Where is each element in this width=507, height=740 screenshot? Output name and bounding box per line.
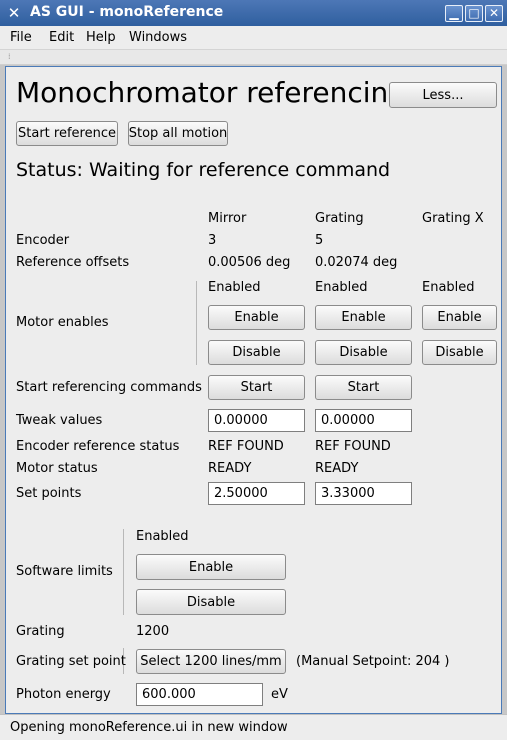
- reference-offset-grating: 0.02074 deg: [315, 255, 398, 270]
- grating-value: 1200: [136, 624, 170, 639]
- motor-enables-label: Motor enables: [16, 315, 109, 330]
- window-title: AS GUI - monoReference: [30, 4, 224, 20]
- toolbar-strip: ⁞: [0, 50, 507, 65]
- menu-file[interactable]: File: [10, 30, 32, 45]
- software-limits-enable-button[interactable]: Enable: [136, 554, 286, 580]
- grip-icon[interactable]: ⁞: [8, 53, 14, 61]
- minimize-icon[interactable]: ▁: [445, 5, 463, 22]
- x-icon: ✕: [7, 4, 21, 22]
- grating-label: Grating: [16, 624, 65, 639]
- disable-grating-x-button[interactable]: Disable: [422, 340, 497, 365]
- menu-bar: File Edit Help Windows: [0, 26, 507, 50]
- reference-offsets-label: Reference offsets: [16, 255, 130, 270]
- photon-energy-input[interactable]: 600.000: [136, 683, 263, 706]
- separator: [196, 281, 197, 365]
- disable-mirror-button[interactable]: Disable: [208, 340, 305, 365]
- reference-offset-mirror: 0.00506 deg: [208, 255, 291, 270]
- title-bar[interactable]: ✕ AS GUI - monoReference ▁ □ ✕: [0, 0, 507, 26]
- start-mirror-button[interactable]: Start: [208, 375, 305, 400]
- encoder-mirror: 3: [208, 233, 217, 248]
- select-grating-button[interactable]: Select 1200 lines/mm: [136, 649, 286, 674]
- status-bar: Opening monoReference.ui in new window: [0, 714, 507, 740]
- photon-energy-unit: eV: [271, 687, 288, 702]
- enable-grating-button[interactable]: Enable: [315, 305, 412, 330]
- stop-all-motion-button[interactable]: Stop all motion: [128, 121, 228, 146]
- encoder-label: Encoder: [16, 233, 70, 248]
- disable-grating-button[interactable]: Disable: [315, 340, 412, 365]
- column-grating-x: Grating X: [422, 211, 484, 226]
- photon-energy-label: Photon energy: [16, 687, 111, 702]
- encoder-grating: 5: [315, 233, 324, 248]
- column-grating: Grating: [315, 211, 364, 226]
- status-bar-message: Opening monoReference.ui in new window: [10, 720, 288, 735]
- start-grating-button[interactable]: Start: [315, 375, 412, 400]
- less-button[interactable]: Less...: [389, 82, 497, 108]
- encoder-reference-status-grating: REF FOUND: [315, 439, 391, 454]
- enable-mirror-button[interactable]: Enable: [208, 305, 305, 330]
- motor-enable-state-grating: Enabled: [315, 280, 368, 295]
- software-limits-state: Enabled: [136, 529, 189, 544]
- start-reference-button[interactable]: Start reference: [16, 121, 118, 146]
- column-mirror: Mirror: [208, 211, 247, 226]
- motor-enable-state-mirror: Enabled: [208, 280, 261, 295]
- page-title: Monochromator referencing: [16, 76, 407, 109]
- menu-help[interactable]: Help: [86, 30, 116, 45]
- enable-grating-x-button[interactable]: Enable: [422, 305, 497, 330]
- set-point-mirror-input[interactable]: 2.50000: [208, 482, 305, 505]
- close-icon[interactable]: ✕: [485, 5, 503, 22]
- tweak-values-label: Tweak values: [16, 413, 103, 428]
- manual-setpoint-text: (Manual Setpoint: 204 ): [296, 654, 450, 669]
- start-commands-label: Start referencing commands: [16, 380, 202, 395]
- set-point-grating-input[interactable]: 3.33000: [315, 482, 412, 505]
- software-limits-disable-button[interactable]: Disable: [136, 589, 286, 615]
- tweak-grating-input[interactable]: 0.00000: [315, 409, 412, 432]
- menu-windows[interactable]: Windows: [129, 30, 187, 45]
- tweak-mirror-input[interactable]: 0.00000: [208, 409, 305, 432]
- grating-set-point-label: Grating set point: [16, 654, 126, 669]
- motor-status-label: Motor status: [16, 461, 98, 476]
- motor-status-grating: READY: [315, 461, 359, 476]
- software-limits-label: Software limits: [16, 564, 113, 579]
- motor-status-mirror: READY: [208, 461, 252, 476]
- maximize-icon[interactable]: □: [465, 5, 483, 22]
- status-text: Status: Waiting for reference command: [16, 159, 391, 181]
- encoder-reference-status-mirror: REF FOUND: [208, 439, 284, 454]
- motor-enable-state-grating-x: Enabled: [422, 280, 475, 295]
- set-points-label: Set points: [16, 486, 82, 501]
- separator: [123, 529, 124, 615]
- encoder-reference-status-label: Encoder reference status: [16, 439, 180, 454]
- menu-edit[interactable]: Edit: [49, 30, 74, 45]
